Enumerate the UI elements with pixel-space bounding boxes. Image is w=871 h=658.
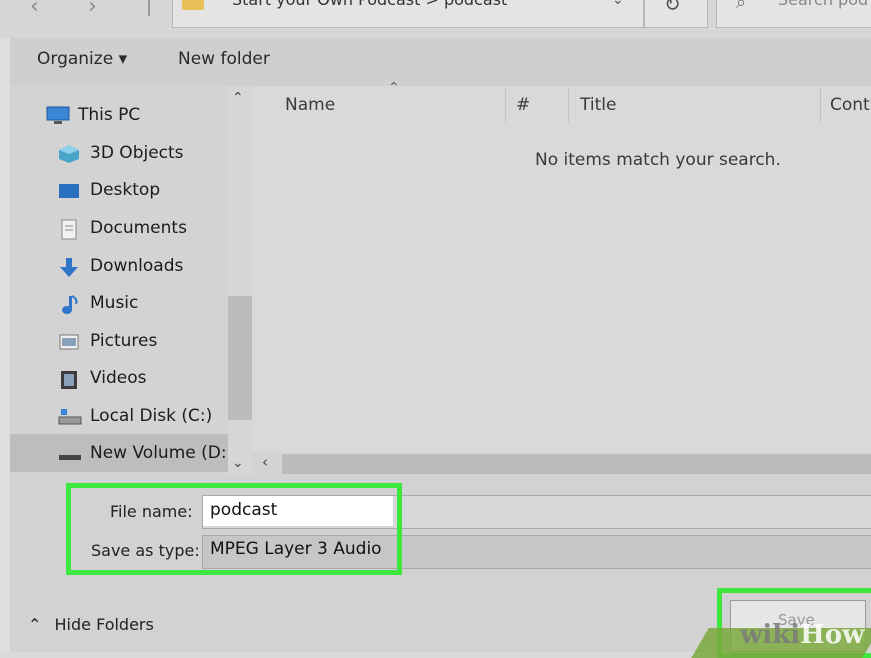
column-header-title[interactable]: Title bbox=[580, 95, 616, 115]
refresh-icon: ↻ bbox=[664, 0, 681, 16]
sidebar-item-label: Music bbox=[90, 293, 139, 313]
file-list bbox=[252, 86, 871, 476]
sort-ascending-icon: ⌃ bbox=[388, 80, 400, 96]
column-divider[interactable] bbox=[568, 88, 569, 122]
pictures-icon bbox=[58, 332, 80, 350]
column-header-name[interactable]: Name bbox=[285, 95, 335, 115]
chevron-down-icon[interactable]: ⌄ bbox=[232, 455, 244, 471]
sidebar-item-local-disk[interactable]: Local Disk (C:) bbox=[58, 399, 248, 435]
horizontal-scrollbar-thumb[interactable] bbox=[282, 454, 871, 474]
watermark-how: How bbox=[800, 620, 865, 650]
sidebar-item-pictures[interactable]: Pictures bbox=[58, 324, 248, 360]
downloads-icon bbox=[58, 257, 80, 277]
sidebar-item-label: Downloads bbox=[90, 256, 184, 276]
folder-icon bbox=[182, 0, 204, 10]
sidebar-item-label: 3D Objects bbox=[90, 143, 184, 163]
this-pc-icon bbox=[46, 106, 70, 124]
sidebar-item-label: Desktop bbox=[90, 180, 161, 200]
sidebar-item-this-pc[interactable]: This PC bbox=[46, 98, 236, 134]
sidebar-item-documents[interactable]: Documents bbox=[58, 211, 248, 247]
nav-scrollbar-thumb[interactable] bbox=[228, 296, 252, 420]
highlight-box bbox=[66, 483, 402, 575]
sidebar-item-label: Videos bbox=[90, 368, 147, 388]
sidebar-item-label: This PC bbox=[78, 105, 141, 125]
sidebar-item-label: Documents bbox=[90, 218, 187, 238]
sidebar-item-downloads[interactable]: Downloads bbox=[58, 249, 248, 285]
sidebar-item-new-volume[interactable]: New Volume (D: bbox=[58, 436, 248, 472]
drive-icon bbox=[58, 444, 81, 462]
desktop-icon bbox=[58, 181, 80, 199]
wikihow-watermark: wikiHow bbox=[740, 620, 864, 650]
up-arrow-icon[interactable]: | bbox=[146, 0, 152, 17]
hide-folders-label: Hide Folders bbox=[54, 615, 154, 634]
address-path: Start your Own Podcast > podcast bbox=[232, 0, 507, 9]
search-icon: ⌕ bbox=[736, 0, 747, 13]
column-divider[interactable] bbox=[505, 88, 506, 122]
music-icon bbox=[58, 294, 80, 314]
back-arrow-icon[interactable]: ‹ bbox=[30, 0, 39, 19]
sidebar-item-3d-objects[interactable]: 3D Objects bbox=[58, 136, 248, 172]
local-disk-icon bbox=[58, 407, 82, 425]
chevron-up-icon[interactable]: ⌃ bbox=[232, 90, 244, 106]
organize-button[interactable]: Organize ▾ bbox=[37, 49, 127, 69]
documents-icon bbox=[58, 219, 80, 240]
column-header-contributing[interactable]: Cont bbox=[830, 95, 870, 115]
chevron-left-icon[interactable]: ‹ bbox=[262, 453, 268, 471]
left-margin bbox=[0, 38, 10, 652]
sidebar-item-label: Local Disk (C:) bbox=[90, 406, 213, 426]
sidebar-item-videos[interactable]: Videos bbox=[58, 361, 248, 397]
forward-arrow-icon[interactable]: › bbox=[88, 0, 97, 19]
chevron-up-icon: ⌃ bbox=[28, 615, 42, 634]
column-header-number[interactable]: # bbox=[516, 95, 530, 115]
videos-icon bbox=[58, 369, 80, 389]
search-placeholder: Search pod bbox=[778, 0, 868, 9]
new-folder-button[interactable]: New folder bbox=[178, 49, 270, 69]
sidebar-item-desktop[interactable]: Desktop bbox=[58, 173, 248, 209]
sidebar-item-label: Pictures bbox=[90, 331, 158, 351]
hide-folders-button[interactable]: ⌃ Hide Folders bbox=[28, 615, 154, 634]
chevron-down-icon[interactable]: ⌄ bbox=[612, 0, 624, 8]
column-divider[interactable] bbox=[820, 88, 821, 122]
watermark-wiki: wiki bbox=[740, 620, 801, 650]
sidebar-item-label: New Volume (D: bbox=[90, 443, 227, 463]
empty-message: No items match your search. bbox=[535, 150, 781, 170]
sidebar-item-music[interactable]: Music bbox=[58, 286, 248, 322]
3d-objects-icon bbox=[58, 144, 80, 163]
toolbar bbox=[10, 38, 871, 86]
